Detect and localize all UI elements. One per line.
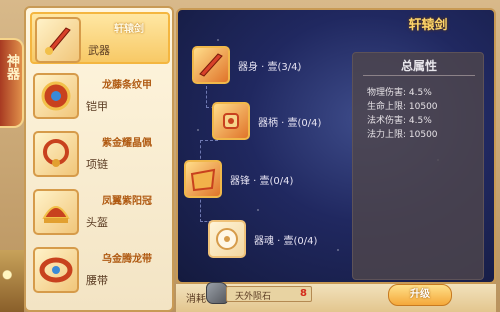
list-item-belt[interactable]: 乌金腾龙带 腰带: [30, 244, 170, 296]
list-item-helmet[interactable]: 凤翼紫阳冠 头盔: [30, 186, 170, 238]
item-name: 龙藤条纹甲: [102, 80, 152, 91]
cost-label: 消耗: [186, 294, 206, 305]
item-type: 铠甲: [86, 100, 108, 113]
necklace-icon: [33, 131, 79, 177]
item-name: 乌金腾龙带: [102, 254, 152, 265]
total-stats-panel: 总属性 物理伤害: 4.5% 生命上限: 10500 法术伤害: 4.5% 法力…: [352, 52, 484, 280]
equipment-list: 轩辕剑 武器 龙藤条纹甲 铠甲 紫金耀晶佩 项链 凤翼紫阳冠 头盔 乌金腾龙带 …: [24, 6, 174, 312]
blade-icon: [192, 46, 230, 84]
stat-line: 法术伤害: 4.5%: [367, 116, 432, 126]
item-name: 轩辕剑: [114, 24, 144, 35]
stats-title: 总属性: [400, 59, 437, 73]
cost-item-count: 8: [300, 288, 307, 299]
tab-artifact[interactable]: 神器: [0, 38, 24, 128]
stat-line: 法力上限: 10500: [367, 130, 438, 140]
side-decoration: [0, 250, 24, 312]
belt-icon: [33, 247, 79, 293]
stat-line: 生命上限: 10500: [367, 102, 438, 112]
cost-item-name: 天外陨石: [235, 292, 272, 302]
item-type: 头盔: [86, 216, 108, 229]
item-type: 项链: [86, 158, 108, 171]
tab-artifact-label: 神器: [4, 54, 19, 80]
stat-line: 物理伤害: 4.5%: [367, 88, 432, 98]
list-item-armor[interactable]: 龙藤条纹甲 铠甲: [30, 70, 170, 122]
sword-icon: [35, 17, 81, 63]
part-label: 器魂 · 壹(0/4): [254, 236, 318, 247]
item-name: 紫金耀晶佩: [102, 138, 152, 149]
helmet-icon: [33, 189, 79, 235]
list-item-weapon[interactable]: 轩辕剑 武器: [30, 12, 170, 64]
item-type: 武器: [88, 44, 110, 57]
part-label: 器柄 · 壹(0/4): [258, 118, 322, 129]
hilt-icon: [212, 102, 250, 140]
part-label: 器锋 · 壹(0/4): [230, 176, 294, 187]
cost-item-box: 天外陨石 8: [226, 286, 312, 302]
divider: [363, 75, 475, 76]
part-label: 器身 · 壹(3/4): [238, 62, 302, 73]
item-type: 腰带: [86, 274, 108, 287]
armor-icon: [33, 73, 79, 119]
list-item-necklace[interactable]: 紫金耀晶佩 项链: [30, 128, 170, 180]
soul-icon: [208, 220, 246, 258]
item-name: 凤翼紫阳冠: [102, 196, 152, 207]
upgrade-button[interactable]: 升级: [388, 284, 452, 306]
meteorite-stone-icon: [206, 282, 228, 304]
weapon-title: 轩辕剑: [408, 18, 448, 33]
edge-icon: [184, 160, 222, 198]
